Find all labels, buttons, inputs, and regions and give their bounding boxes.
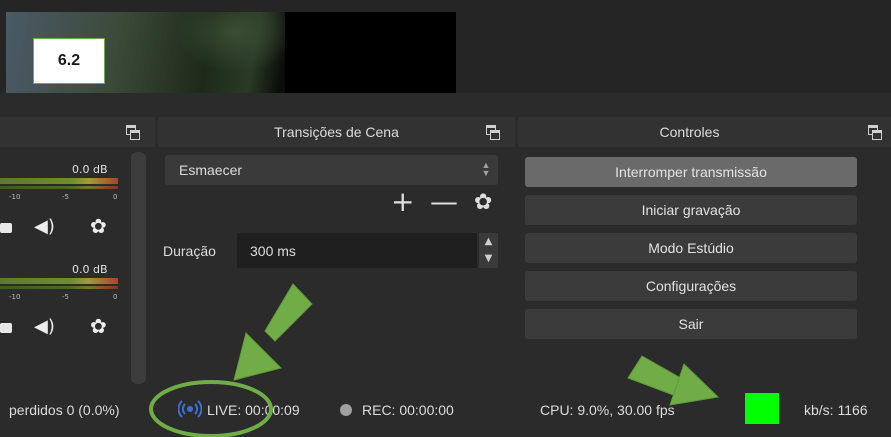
annotation-badge: 6.2 — [33, 38, 105, 84]
transition-properties-gear-icon[interactable]: ✿ — [474, 190, 492, 215]
track-1-db: 0.0 dB — [72, 163, 108, 176]
float-dock-icon[interactable] — [486, 125, 500, 140]
track-2-speaker-icon[interactable]: ◀) — [34, 316, 55, 337]
stepper-up-icon[interactable]: ▲ — [479, 233, 498, 250]
duration-label: Duração — [163, 243, 216, 259]
stepper-down-icon[interactable]: ▼ — [479, 250, 498, 267]
track-1-meter-peak — [0, 186, 118, 189]
track-1-scale-0: 0 — [113, 193, 118, 201]
exit-button[interactable]: Sair — [525, 309, 857, 339]
stop-streaming-button[interactable]: Interromper transmissão — [525, 157, 857, 187]
track-2-scale-5: -5 — [62, 293, 69, 301]
mixer-dock-header — [0, 117, 155, 147]
transition-select[interactable]: Esmaecer ▲ ▼ — [165, 155, 498, 185]
track-2-scale-10: -10 — [9, 293, 21, 301]
duration-value: 300 ms — [250, 242, 296, 259]
track-1-meter — [0, 178, 118, 184]
track-1-scale-10: -10 — [9, 193, 21, 201]
rec-timer-text: REC: 00:00:00 — [362, 402, 454, 418]
annotation-arrow-down-left-icon — [233, 283, 313, 381]
duration-stepper[interactable]: ▲ ▼ — [479, 233, 498, 268]
track-1-gear-icon[interactable]: ✿ — [90, 214, 107, 238]
live-timer-text: LIVE: 00:00:09 — [207, 402, 300, 418]
track-2-gear-icon[interactable]: ✿ — [90, 314, 107, 338]
dropped-frames-text: perdidos 0 (0.0%) — [9, 402, 120, 418]
preview-black-area — [285, 12, 456, 93]
track-2-db: 0.0 dB — [72, 263, 108, 276]
live-broadcast-icon — [178, 400, 202, 418]
add-transition-button[interactable]: + — [391, 187, 414, 217]
transitions-title: Transições de Cena — [274, 124, 399, 140]
track-2-meter-peak — [0, 286, 118, 289]
bitrate-text: kb/s: 1166 — [804, 402, 868, 418]
float-dock-icon[interactable] — [868, 125, 882, 140]
track-2-scale-0: 0 — [113, 293, 118, 301]
track-2-volume-slider[interactable] — [0, 323, 12, 333]
cpu-fps-text: CPU: 9.0%, 30.00 fps — [540, 402, 675, 418]
controls-dock-header: Controles — [518, 117, 891, 147]
record-status-dot-icon — [340, 404, 352, 416]
settings-button[interactable]: Configurações — [525, 271, 857, 301]
track-1-volume-slider[interactable] — [0, 223, 12, 233]
track-1-speaker-icon[interactable]: ◀) — [34, 216, 55, 237]
track-1-scale-5: -5 — [62, 193, 69, 201]
studio-mode-button[interactable]: Modo Estúdio — [525, 233, 857, 263]
mixer-scrollbar[interactable] — [131, 152, 146, 384]
start-recording-button[interactable]: Iniciar gravação — [525, 195, 857, 225]
connection-status-indicator — [745, 393, 779, 424]
remove-transition-button[interactable]: — — [430, 187, 458, 217]
transitions-dock-header: Transições de Cena — [158, 117, 515, 147]
controls-title: Controles — [659, 124, 720, 140]
transition-selected-value: Esmaecer — [179, 162, 243, 178]
float-dock-icon[interactable] — [126, 125, 140, 140]
duration-input[interactable]: 300 ms — [237, 233, 477, 268]
track-2-meter — [0, 278, 118, 284]
select-arrows-icon: ▲ ▼ — [481, 160, 491, 178]
